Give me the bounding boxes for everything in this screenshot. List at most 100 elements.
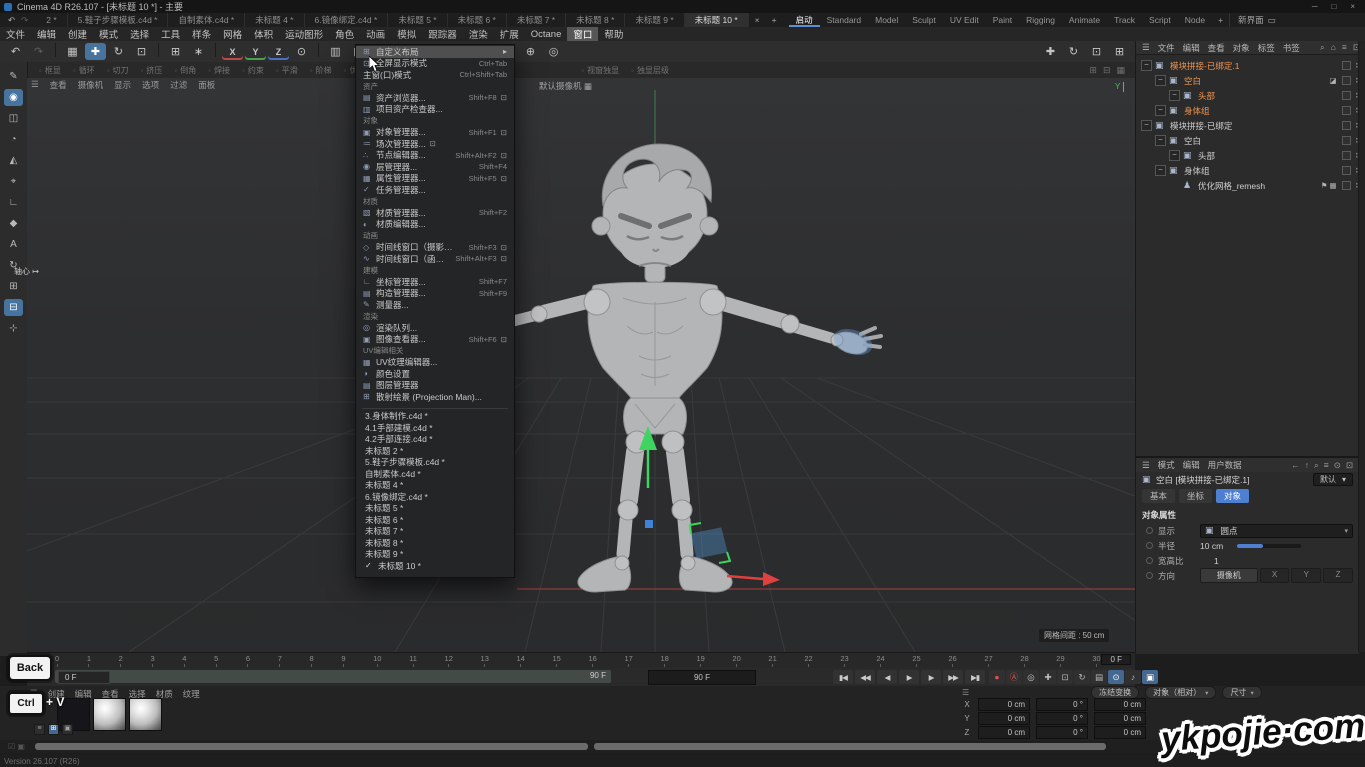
- header-icon[interactable]: ⌂: [1331, 42, 1336, 53]
- enable-toggle[interactable]: [1342, 136, 1351, 145]
- object-tree-row[interactable]: − ▣ 头部 ∶: [1136, 148, 1365, 163]
- document-tab[interactable]: 未标题 5 *: [388, 13, 447, 27]
- hamburger-icon[interactable]: ☰: [31, 79, 39, 90]
- menu-bar-item[interactable]: 角色: [329, 27, 360, 41]
- menu-item[interactable]: 未标题 6 *: [356, 514, 514, 526]
- toolbar-icon[interactable]: Y: [245, 43, 266, 60]
- viewport-menu-item[interactable]: 查看: [50, 79, 67, 91]
- menu-bar-item[interactable]: 运动图形: [279, 27, 329, 41]
- menu-bar-item[interactable]: 网格: [217, 27, 248, 41]
- menu-bar-item[interactable]: 动画: [360, 27, 391, 41]
- toolbar-icon[interactable]: X: [222, 43, 243, 60]
- back-overlay-button[interactable]: Back: [8, 655, 52, 681]
- menu-item[interactable]: ▦ UV纹理编辑器...: [356, 357, 514, 369]
- coordinate-space-dropdown[interactable]: 对象（相对）▾: [1145, 686, 1216, 699]
- character-model[interactable]: [474, 144, 881, 592]
- menu-bar-item[interactable]: 扩展: [494, 27, 525, 41]
- menu-item[interactable]: ◎ 渲染队列...: [356, 322, 514, 334]
- menu-item[interactable]: [362, 403, 508, 409]
- menu-bar-item[interactable]: 渲染: [463, 27, 494, 41]
- menu-item[interactable]: 3.身体制作.c4d *: [356, 411, 514, 423]
- popout-icon[interactable]: ⊡: [501, 93, 507, 102]
- viewport-menu-item[interactable]: 面板: [198, 79, 215, 91]
- menu-item[interactable]: 未标题 5 *: [356, 503, 514, 515]
- toolbar-icon[interactable]: ▦: [62, 43, 83, 60]
- layout-tab[interactable]: Sculpt: [905, 13, 943, 27]
- transport-button[interactable]: ▮◀: [833, 670, 853, 684]
- popout-icon[interactable]: ⊡: [430, 139, 436, 148]
- orientation-z[interactable]: Z: [1323, 568, 1353, 583]
- mode-tool-icon[interactable]: ◭: [4, 152, 23, 169]
- transport-button[interactable]: ▶: [921, 670, 941, 684]
- menu-item[interactable]: ▤ 资产浏览器... Shift+F8 ⊡: [356, 92, 514, 104]
- mode-tool-icon[interactable]: ⊟: [4, 299, 23, 316]
- menu-item[interactable]: 建模: [356, 265, 514, 277]
- menu-item[interactable]: ▣ 图像查看器... Shift+F6 ⊡: [356, 334, 514, 346]
- popout-icon[interactable]: ⊡: [501, 254, 507, 263]
- menu-item[interactable]: ▧ 材质管理器... Shift+F2: [356, 207, 514, 219]
- modeling-command[interactable]: 阶梯: [310, 65, 332, 76]
- menu-item[interactable]: ▣ 对象管理器... Shift+F1 ⊡: [356, 127, 514, 139]
- attribute-tab[interactable]: 基本: [1142, 489, 1175, 503]
- viewport-menu-item[interactable]: 摄像机: [78, 79, 104, 91]
- enable-toggle[interactable]: [1342, 151, 1351, 160]
- record-button[interactable]: ◎: [1023, 670, 1039, 684]
- menu-item[interactable]: 资产: [356, 81, 514, 93]
- header-icon[interactable]: ≡: [1324, 460, 1329, 471]
- document-tab[interactable]: 未标题 4 *: [245, 13, 304, 27]
- menu-item[interactable]: 未标题 7 *: [356, 526, 514, 538]
- rotation-field[interactable]: 0 °: [1036, 712, 1088, 725]
- menu-item[interactable]: 自制素体.c4d *: [356, 468, 514, 480]
- menu-item[interactable]: ✓ 任务管理器...: [356, 184, 514, 196]
- close-tab-button[interactable]: ×: [749, 13, 766, 27]
- object-tree-row[interactable]: − ▣ 空白 ∶: [1136, 133, 1365, 148]
- layout-tab[interactable]: Paint: [986, 13, 1019, 27]
- object-tree-row[interactable]: − ▣ 模块拼接-已绑定.1 ∶: [1136, 58, 1365, 73]
- mode-tool-icon[interactable]: ◫: [4, 110, 23, 127]
- layout-tab[interactable]: Standard: [820, 13, 869, 27]
- viewport-solo-command[interactable]: 独显层级: [631, 65, 669, 76]
- anim-dot[interactable]: [1146, 527, 1153, 534]
- expander-icon[interactable]: −: [1169, 150, 1180, 161]
- menu-item[interactable]: 材质: [356, 196, 514, 208]
- radius-value[interactable]: 10 cm: [1200, 541, 1223, 551]
- record-button[interactable]: ⊙: [1108, 670, 1124, 684]
- modeling-command[interactable]: 挤压: [141, 65, 163, 76]
- menu-item[interactable]: 动画: [356, 230, 514, 242]
- record-button[interactable]: ●: [989, 670, 1005, 684]
- scrollbar-left[interactable]: [35, 743, 588, 750]
- document-tab[interactable]: 未标题 8 *: [566, 13, 625, 27]
- menu-item[interactable]: ▤ 图层管理器: [356, 380, 514, 392]
- menu-item[interactable]: 未标题 2 *: [356, 445, 514, 457]
- expander-icon[interactable]: −: [1155, 135, 1166, 146]
- viewport-menu-item[interactable]: 过滤: [170, 79, 187, 91]
- add-layout-button[interactable]: +: [1212, 13, 1229, 27]
- document-tab[interactable]: 2 *: [36, 13, 67, 27]
- expander-icon[interactable]: −: [1155, 75, 1166, 86]
- viewport-nav-icon[interactable]: ⊞: [1109, 43, 1130, 60]
- object-tree-row[interactable]: − ▣ 身体组 ∶: [1136, 163, 1365, 178]
- enable-toggle[interactable]: [1342, 106, 1351, 115]
- menu-bar-item[interactable]: 文件: [0, 27, 31, 41]
- toolbar-icon[interactable]: [215, 43, 216, 57]
- radius-slider[interactable]: [1237, 544, 1301, 548]
- hamburger-icon[interactable]: ☰: [1142, 460, 1150, 471]
- header-icon[interactable]: ⊡: [1346, 460, 1353, 471]
- viewport-canvas[interactable]: [27, 86, 1135, 652]
- grid-view-toggle[interactable]: ⊞: [48, 724, 59, 735]
- toolbar-icon[interactable]: [55, 43, 56, 57]
- attribute-menu-item[interactable]: 编辑: [1183, 459, 1200, 471]
- document-tab[interactable]: 未标题 10 *: [685, 13, 749, 27]
- menu-item[interactable]: 对象: [356, 115, 514, 127]
- material-thumbnail-sphere[interactable]: [93, 698, 126, 731]
- menu-bar-item[interactable]: 选择: [124, 27, 155, 41]
- size-mode-dropdown[interactable]: 尺寸▾: [1222, 686, 1261, 699]
- record-button[interactable]: ▣: [1142, 670, 1158, 684]
- mode-tool-icon[interactable]: ◆: [4, 215, 23, 232]
- menu-item[interactable]: 渲染: [356, 311, 514, 323]
- toolbar-icon[interactable]: ↶: [5, 43, 26, 60]
- menu-item[interactable]: 6.镜像绑定.c4d *: [356, 491, 514, 503]
- record-button[interactable]: Ⓐ: [1006, 670, 1022, 684]
- preview-range-slider[interactable]: 0 F 90 F: [55, 670, 611, 683]
- toolbar-icon[interactable]: ↻: [108, 43, 129, 60]
